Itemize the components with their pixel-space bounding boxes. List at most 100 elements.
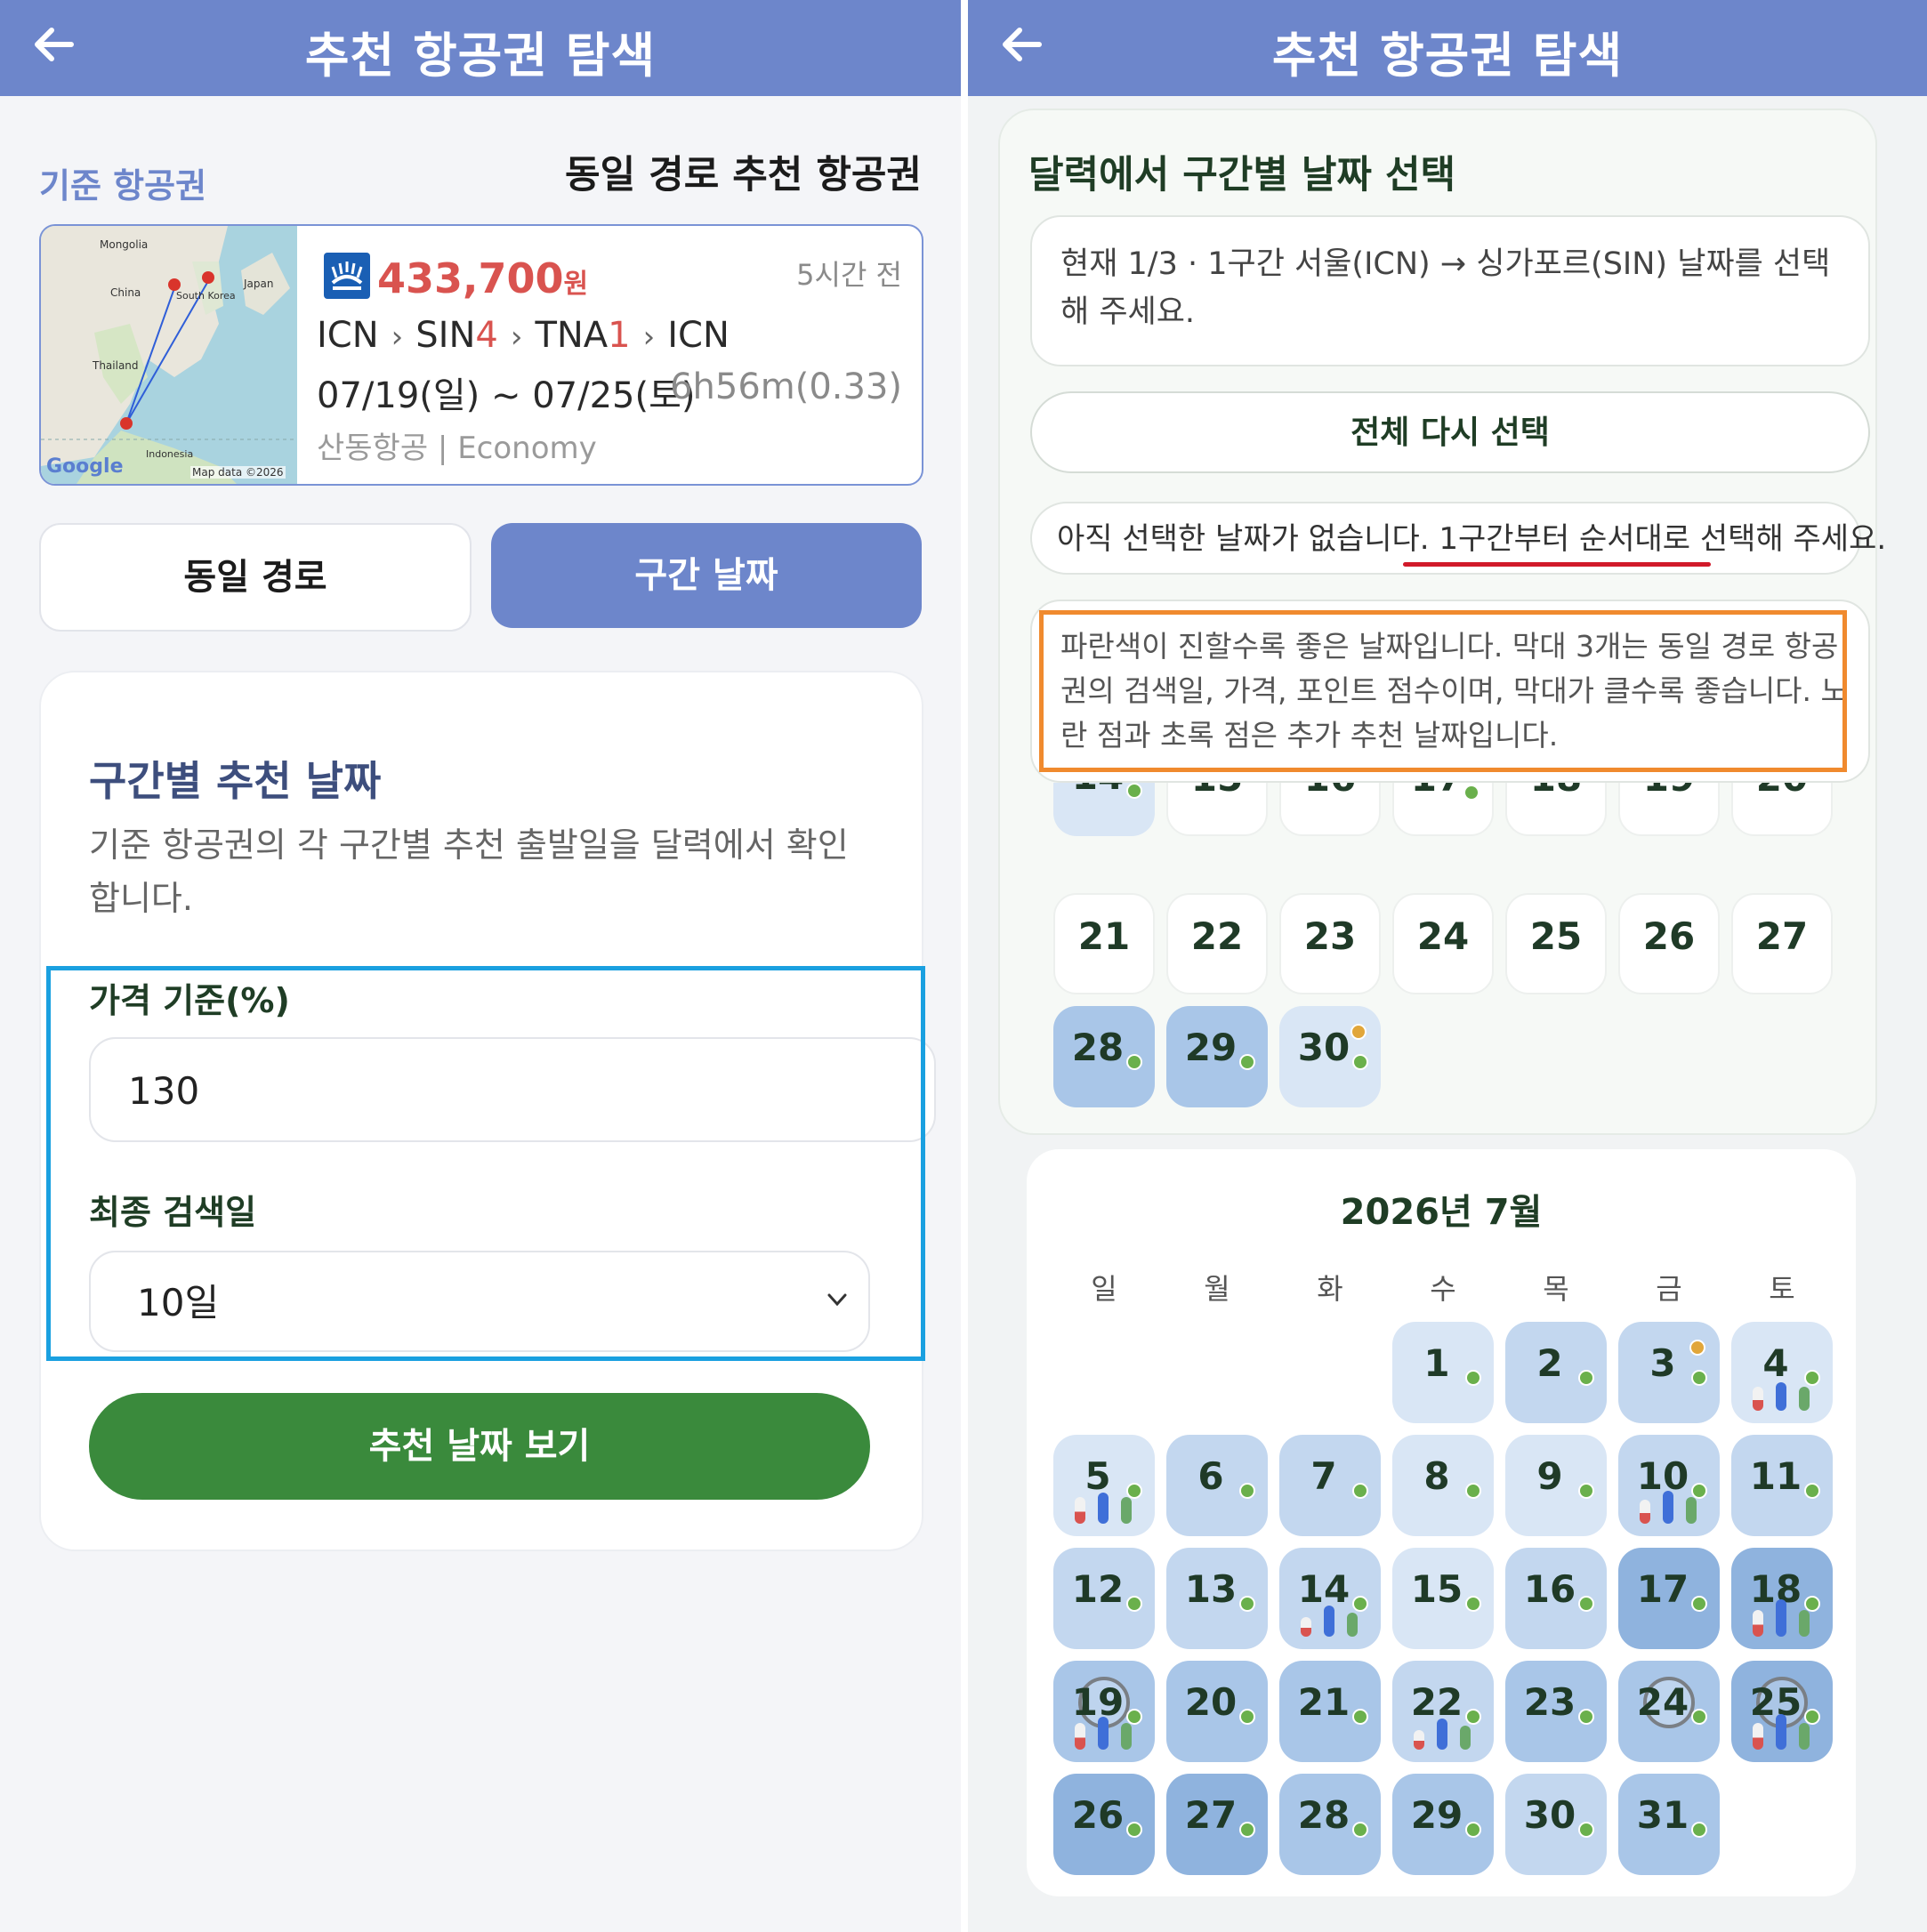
calendar-day[interactable]: 23 (1279, 893, 1381, 994)
weekday-label: 화 (1317, 1272, 1343, 1306)
green-dot-icon (1578, 1483, 1594, 1499)
weekday-label: 금 (1656, 1272, 1682, 1306)
month-title: 2026년 7월 (1340, 1192, 1543, 1233)
red-underline-annotation (1403, 562, 1711, 567)
calendar-day[interactable]: 14 (1279, 1548, 1381, 1649)
calendar-day[interactable]: 18 (1731, 1548, 1833, 1649)
green-dot-icon (1804, 1596, 1820, 1612)
green-dot-icon (1578, 1370, 1594, 1386)
base-flight-label: 기준 항공권 (39, 166, 207, 205)
map-label-japan: Japan (244, 278, 274, 290)
score-bar (1686, 1497, 1697, 1524)
view-recommend-button[interactable]: 추천 날짜 보기 (89, 1393, 870, 1500)
day-number: 24 (1416, 914, 1470, 958)
score-bar (1776, 1598, 1786, 1637)
calendar-day[interactable]: 27 (1166, 1774, 1268, 1875)
calendar-day[interactable]: 28 (1053, 1006, 1155, 1107)
calendar-day[interactable]: 29 (1392, 1774, 1494, 1875)
airline-class: 산동항공 | Economy (317, 431, 597, 466)
calendar-day[interactable]: 18 (1505, 783, 1607, 836)
app-bar: 추천 항공권 탐색 (0, 0, 961, 96)
score-bars (1414, 1705, 1472, 1750)
calendar-day[interactable]: 28 (1279, 1774, 1381, 1875)
day-number: 18 (1507, 783, 1605, 800)
green-dot-icon (1691, 1822, 1707, 1838)
calendar-day[interactable]: 30 (1279, 1006, 1381, 1107)
score-bar (1799, 1610, 1810, 1637)
calendar-day[interactable]: 4 (1731, 1322, 1833, 1423)
calendar-day[interactable]: 13 (1166, 1548, 1268, 1649)
calendar-day[interactable]: 25 (1505, 893, 1607, 994)
day-number: 23 (1303, 914, 1357, 958)
green-dot-icon (1804, 1483, 1820, 1499)
green-dot-icon (1804, 1709, 1820, 1725)
app-title: 추천 항공권 탐색 (304, 28, 657, 84)
tab-segment-date[interactable]: 구간 날짜 (491, 523, 922, 628)
weekday-label: 월 (1204, 1272, 1230, 1306)
calendar-day[interactable]: 20 (1731, 783, 1833, 836)
score-bar (1460, 1725, 1471, 1750)
green-dot-icon (1352, 1483, 1368, 1499)
highlight-box-orange (1039, 610, 1847, 772)
score-bar (1753, 1610, 1763, 1637)
calendar-day[interactable]: 23 (1505, 1661, 1607, 1762)
score-bars (1753, 1592, 1811, 1637)
day-number: 20 (1733, 783, 1831, 800)
chevron-right-icon: › (391, 319, 404, 355)
calendar-day[interactable]: 29 (1166, 1006, 1268, 1107)
calendar-day[interactable]: 24 (1618, 1661, 1720, 1762)
calendar-day[interactable]: 2 (1505, 1322, 1607, 1423)
calendar-day[interactable]: 1 (1392, 1322, 1494, 1423)
map-label-china: China (110, 286, 141, 299)
calendar-title: 달력에서 구간별 날짜 선택 (1028, 153, 1456, 197)
calendar-day[interactable]: 22 (1392, 1661, 1494, 1762)
flight-card[interactable]: Mongolia China South Korea Japan Thailan… (39, 224, 923, 486)
highlight-box-blue (46, 966, 925, 1361)
calendar-day[interactable]: 24 (1392, 893, 1494, 994)
green-dot-icon (1691, 1370, 1707, 1386)
calendar-day[interactable]: 20 (1166, 1661, 1268, 1762)
calendar-day[interactable]: 21 (1053, 893, 1155, 994)
score-bar (1799, 1386, 1810, 1411)
calendar-day[interactable]: 8 (1392, 1435, 1494, 1536)
calendar-day[interactable]: 22 (1166, 893, 1268, 994)
calendar-day[interactable]: 15 (1166, 783, 1268, 836)
map-label-korea: South Korea (176, 290, 236, 302)
flight-dates: 07/19(일) ~ 07/25(토) (317, 375, 696, 416)
calendar-day[interactable]: 19 (1618, 783, 1720, 836)
calendar-day[interactable]: 15 (1392, 1548, 1494, 1649)
route-origin: ICN (317, 315, 379, 356)
calendar-day[interactable]: 12 (1053, 1548, 1155, 1649)
calendar-day[interactable]: 6 (1166, 1435, 1268, 1536)
green-dot-icon (1352, 1822, 1368, 1838)
calendar-day[interactable]: 17 (1392, 783, 1494, 836)
calendar-day[interactable]: 5 (1053, 1435, 1155, 1536)
calendar-day[interactable]: 10 (1618, 1435, 1720, 1536)
calendar-day[interactable]: 26 (1053, 1774, 1155, 1875)
green-dot-icon (1126, 1483, 1142, 1499)
calendar-day[interactable]: 16 (1279, 783, 1381, 836)
calendar-day[interactable]: 7 (1279, 1435, 1381, 1536)
calendar-day[interactable]: 3 (1618, 1322, 1720, 1423)
green-dot-icon (1465, 1370, 1481, 1386)
calendar-day[interactable]: 9 (1505, 1435, 1607, 1536)
calendar-day[interactable]: 14 (1053, 783, 1155, 836)
score-bar (1121, 1497, 1132, 1524)
reset-all-button[interactable]: 전체 다시 선택 (1030, 391, 1870, 473)
calendar-day[interactable]: 30 (1505, 1774, 1607, 1875)
june-calendar: 14 15 16 17 18 19 20 21 22 23 24 25 26 27 282930 (1021, 783, 1879, 1139)
flight-route: ICN › SIN4 › TNA1 › ICN (317, 315, 730, 356)
calendar-day[interactable]: 19 (1053, 1661, 1155, 1762)
calendar-day[interactable]: 27 (1731, 893, 1833, 994)
calendar-day[interactable]: 25 (1731, 1661, 1833, 1762)
day-number: 26 (1642, 914, 1696, 958)
route-stop-1-days: 4 (475, 315, 498, 356)
calendar-day[interactable]: 16 (1505, 1548, 1607, 1649)
calendar-day[interactable]: 26 (1618, 893, 1720, 994)
calendar-day[interactable]: 17 (1618, 1548, 1720, 1649)
calendar-day[interactable]: 11 (1731, 1435, 1833, 1536)
tab-same-route[interactable]: 동일 경로 (39, 523, 472, 632)
calendar-day[interactable]: 21 (1279, 1661, 1381, 1762)
green-dot-icon (1126, 1709, 1142, 1725)
calendar-day[interactable]: 31 (1618, 1774, 1720, 1875)
